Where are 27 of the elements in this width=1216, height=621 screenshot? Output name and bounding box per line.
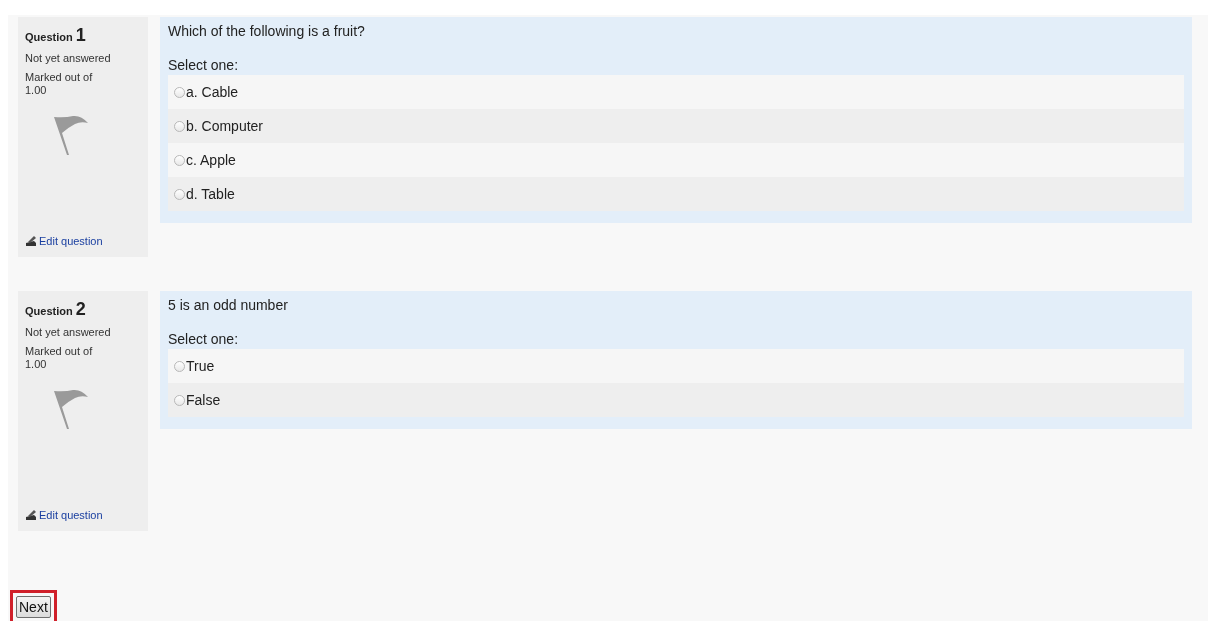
answer-option[interactable]: True	[168, 349, 1184, 383]
answer-option[interactable]: False	[168, 383, 1184, 417]
edit-icon	[25, 235, 37, 247]
question-text: 5 is an odd number	[168, 297, 289, 313]
answer-option[interactable]: b. Computer	[168, 109, 1184, 143]
next-button[interactable]: Next	[16, 596, 51, 618]
radio-button[interactable]	[174, 394, 185, 406]
radio-button[interactable]	[174, 120, 185, 132]
radio-button[interactable]	[174, 154, 185, 166]
question-state: Not yet answered	[25, 326, 112, 339]
question-marks: Marked out of 1.00	[25, 71, 94, 97]
radio-button[interactable]	[174, 188, 185, 200]
edit-question-link[interactable]: Edit question	[39, 509, 103, 521]
answer-option[interactable]: c. Apple	[168, 143, 1184, 177]
radio-button[interactable]	[174, 360, 185, 372]
edit-icon	[25, 509, 37, 521]
select-one-prompt: Select one:	[168, 57, 240, 73]
question-number: Question 1	[25, 25, 87, 46]
radio-button[interactable]	[174, 86, 185, 98]
answer-option[interactable]: d. Table	[168, 177, 1184, 211]
question-marks: Marked out of 1.00	[25, 345, 94, 371]
question-text: Which of the following is a fruit?	[168, 23, 366, 39]
question-number: Question 2	[25, 299, 87, 320]
answer-option[interactable]: a. Cable	[168, 75, 1184, 109]
question-state: Not yet answered	[25, 52, 112, 65]
select-one-prompt: Select one:	[168, 331, 240, 347]
edit-question-link[interactable]: Edit question	[39, 235, 103, 247]
